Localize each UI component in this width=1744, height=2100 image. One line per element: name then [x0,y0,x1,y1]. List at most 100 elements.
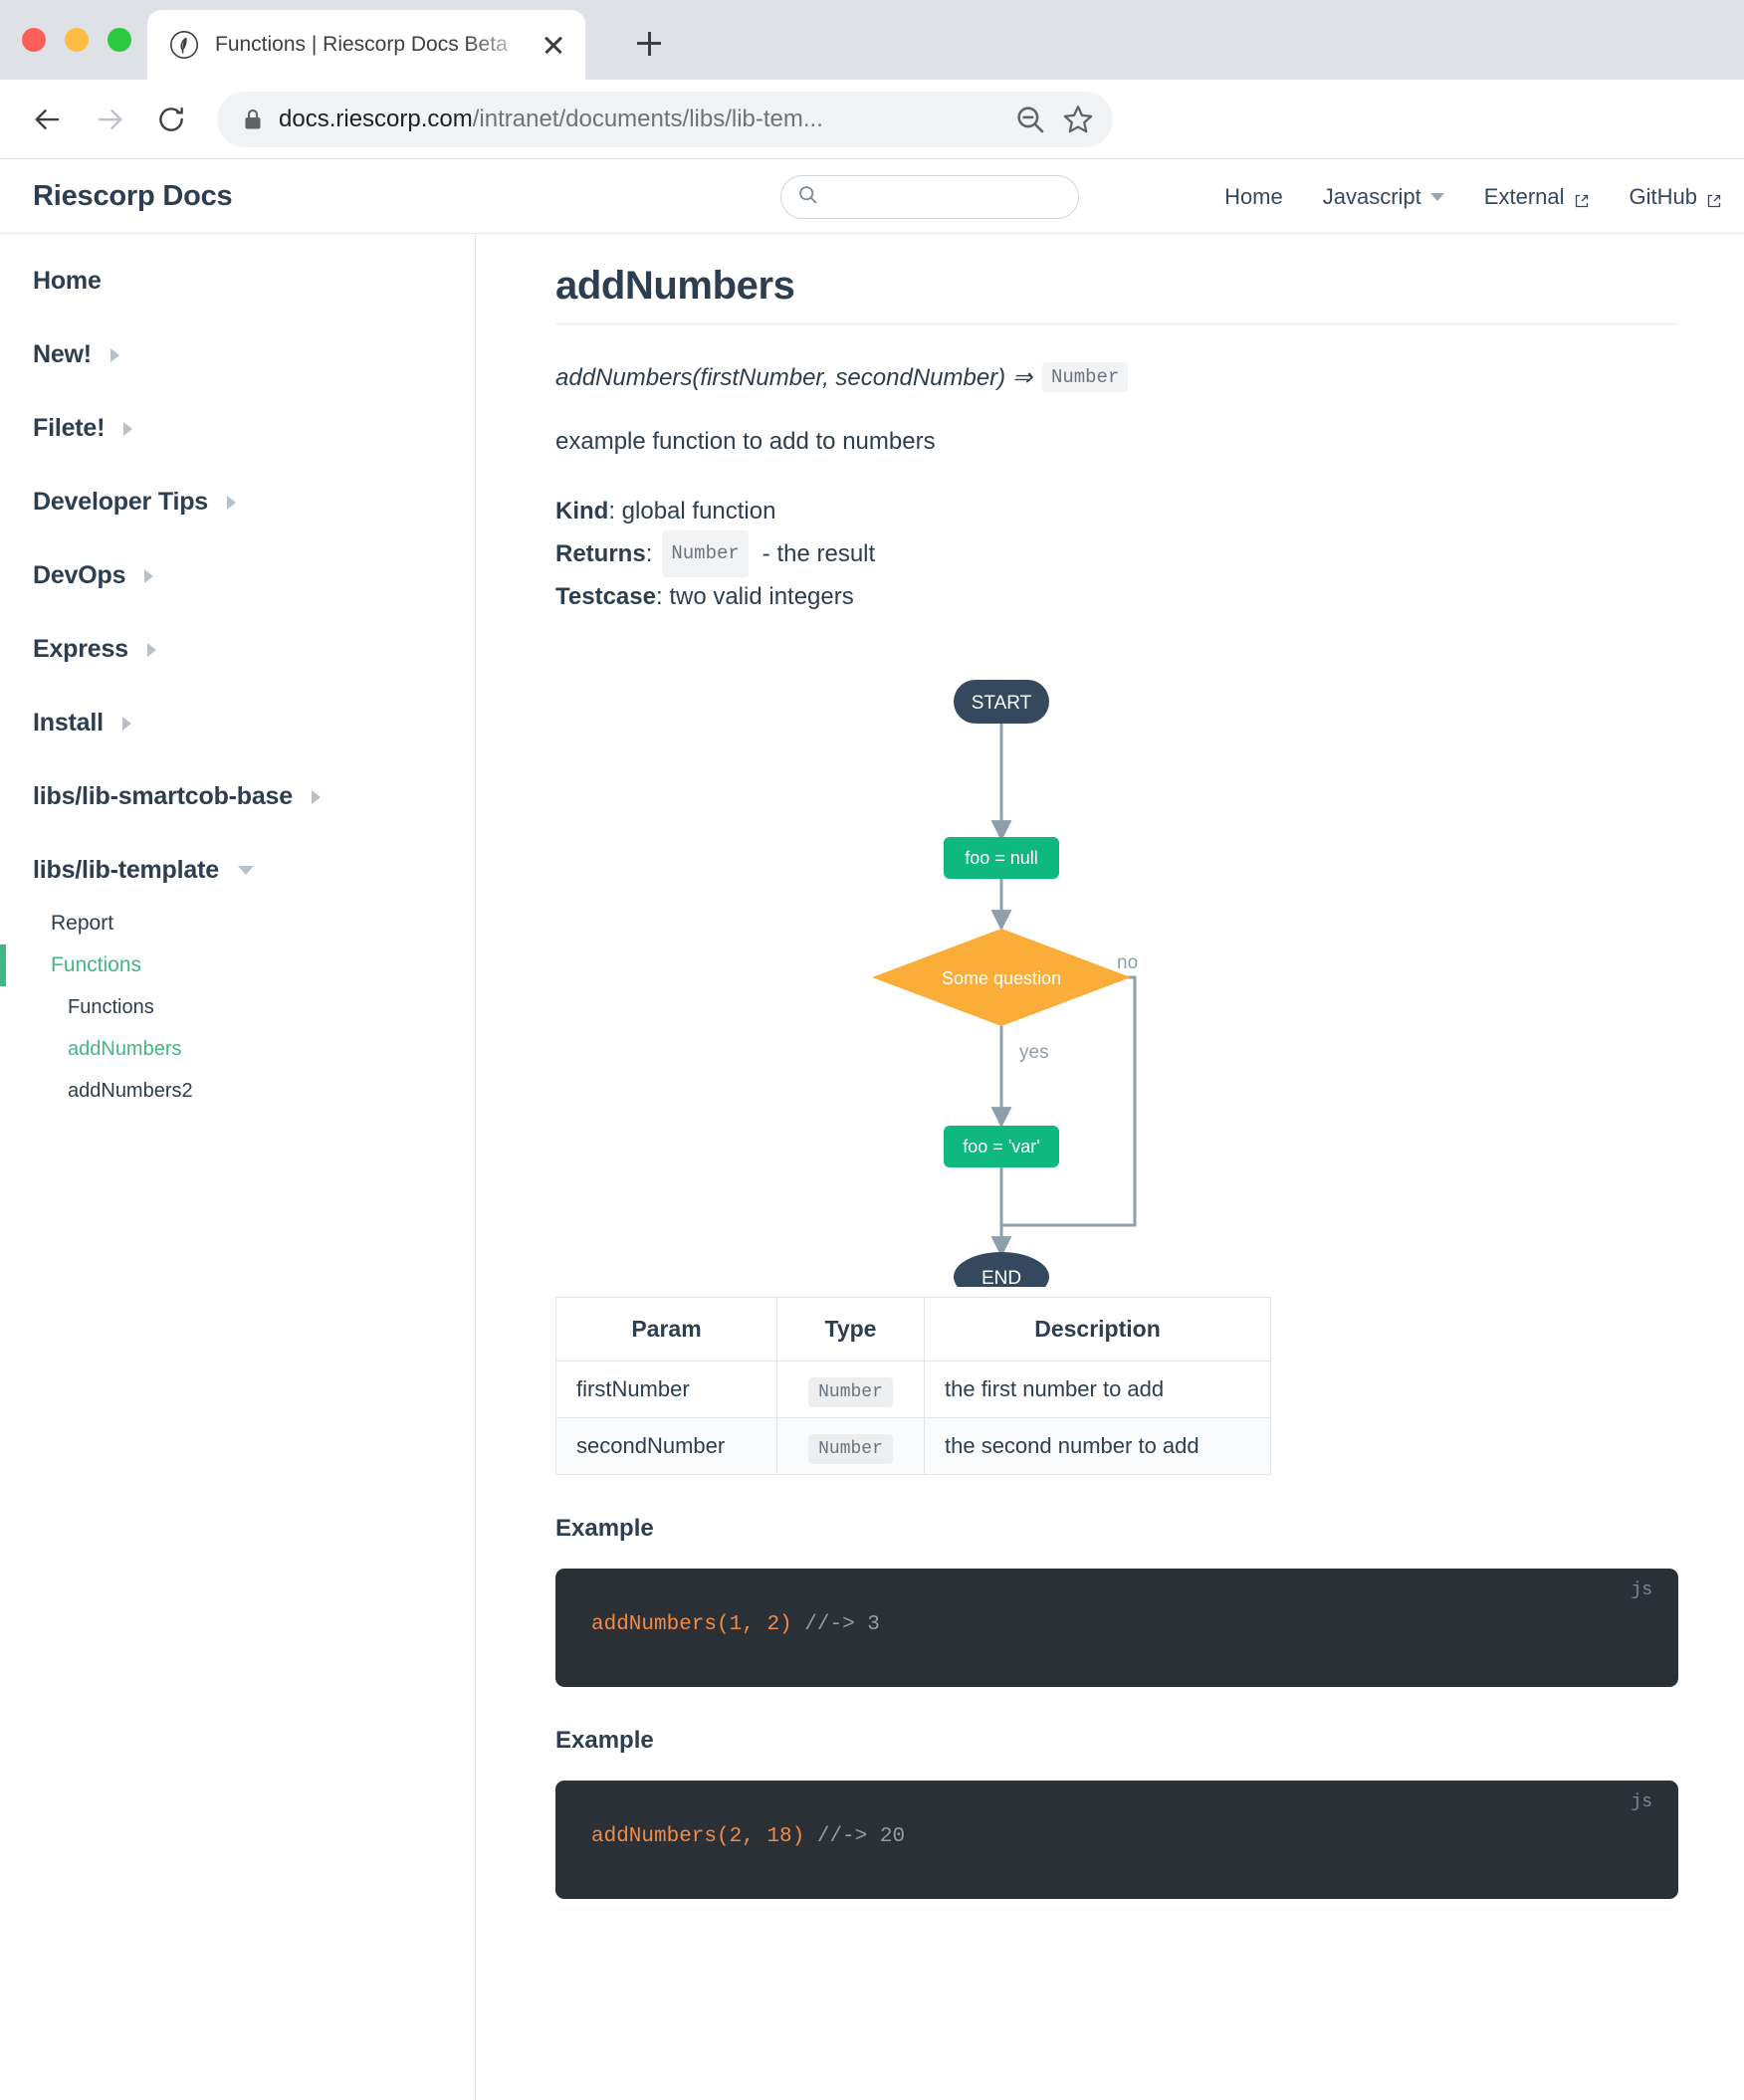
chevron-right-icon [226,495,236,510]
sidebar-item-install[interactable]: Install [0,709,475,737]
address-bar[interactable]: docs.riescorp.com/intranet/documents/lib… [217,91,1113,147]
sidebar-item-label: libs/lib-smartcob-base [33,782,293,810]
sidebar-item-report[interactable]: Report [0,903,475,945]
search-input[interactable] [828,186,1057,208]
arrow-left-icon[interactable] [22,94,74,145]
lock-icon [243,107,263,131]
window-controls [22,28,131,52]
code-block[interactable]: js addNumbers(1, 2) //-> 3 [555,1569,1678,1687]
zoom-out-icon[interactable] [1013,103,1047,136]
flow-node-start: START [954,680,1049,724]
tab-title: Functions | Riescorp Docs Beta [215,33,508,56]
close-icon[interactable] [540,31,567,59]
arrow-right-icon[interactable] [84,94,135,145]
external-link-icon [1706,189,1722,207]
site-brand[interactable]: Riescorp Docs [33,180,233,213]
code-comment: //-> 20 [804,1825,906,1848]
function-signature: addNumbers(firstNumber, secondNumber) ⇒ … [555,362,1678,392]
cell-type: Number [776,1417,925,1475]
code-content: addNumbers(2, 18) //-> 20 [591,1824,1678,1849]
star-icon[interactable] [1061,103,1095,136]
chevron-right-icon [311,789,321,804]
sidebar-item-libs-lib-smartcob-base[interactable]: libs/lib-smartcob-base [0,782,475,811]
sidebar-item-label: Express [33,635,128,663]
flow-node-label: foo = null [965,848,1038,868]
returns-type: Number [662,530,749,577]
sidebar-item-label: Functions [51,953,142,976]
table-row: firstNumber Number the first number to a… [555,1361,1271,1418]
nav-item-home[interactable]: Home [1224,184,1283,210]
sidebar-item-label: DevOps [33,561,126,589]
browser-window: Functions | Riescorp Docs Beta docs.ries… [0,0,1744,2100]
flowchart-svg: START foo = null Some question foo = 'va… [872,680,1138,1302]
testcase-line: Testcase: two valid integers [555,577,1678,616]
sidebar-item-developer-tips[interactable]: Developer Tips [0,488,475,517]
sidebar-item-label: Filete! [33,414,106,442]
sidebar-item-express[interactable]: Express [0,635,475,664]
testcase-label: Testcase [555,583,656,610]
flow-node-n2: foo = 'var' [944,1126,1059,1167]
chevron-right-icon [123,421,133,436]
chevron-down-icon [1429,192,1444,201]
browser-toolbar: docs.riescorp.com/intranet/documents/lib… [0,80,1744,159]
sidebar-item-libs-lib-template[interactable]: libs/lib-template [0,856,475,885]
page-title: addNumbers [555,264,1678,324]
url-text: docs.riescorp.com/intranet/documents/lib… [279,105,999,133]
chevron-right-icon [146,642,156,657]
external-link-icon [1574,189,1590,207]
code-function-name: addNumbers [591,1613,718,1636]
main-content: addNumbers addNumbers(firstNumber, secon… [476,234,1744,2100]
sidebar-item-label: addNumbers [68,1037,182,1060]
sidebar-item-label: New! [33,340,92,368]
sidebar-item-new[interactable]: New! [0,340,475,369]
reload-icon[interactable] [145,94,197,145]
search-box[interactable] [780,175,1079,219]
chevron-right-icon [121,716,131,731]
nav-label: External [1483,183,1565,209]
url-path: /intranet/documents/libs/lib-tem... [472,105,823,132]
maximize-window-button[interactable] [108,28,131,52]
cell-description: the second number to add [924,1417,1271,1475]
sidebar-item-home[interactable]: Home [0,267,475,296]
search-container [780,175,1079,219]
nav-item-github[interactable]: GitHub [1630,184,1722,210]
sidebar: Home New! Filete! Developer Tips DevOps … [0,234,476,2100]
kind-line: Kind: global function [555,492,1678,530]
testcase-value: two valid integers [669,583,854,610]
chevron-right-icon [109,347,119,362]
sidebar-item-functions-child[interactable]: Functions [0,986,475,1028]
chevron-right-icon [144,568,154,583]
url-host: docs.riescorp.com [279,105,473,132]
sidebar-item-label: Functions [68,995,154,1018]
nav-item-external[interactable]: External [1484,184,1590,210]
sidebar-item-addnumbers2[interactable]: addNumbers2 [0,1070,475,1112]
close-window-button[interactable] [22,28,46,52]
code-language-label: js [1631,1792,1652,1812]
code-args: (2, 18) [717,1825,805,1848]
code-args: (1, 2) [717,1613,792,1636]
flow-node-label: Some question [942,968,1061,988]
sidebar-item-filete[interactable]: Filete! [0,414,475,443]
feather-circle-icon [169,30,199,60]
example-label: Example [555,1515,654,1542]
nav-label: GitHub [1629,183,1697,209]
nav-item-javascript[interactable]: Javascript [1323,184,1444,210]
sidebar-item-functions[interactable]: Functions [0,945,475,986]
code-content: addNumbers(1, 2) //-> 3 [591,1612,1678,1637]
sidebar-item-addnumbers[interactable]: addNumbers [0,1028,475,1070]
edge-label-yes: yes [1019,1042,1049,1063]
sidebar-item-label: Developer Tips [33,488,208,516]
code-block[interactable]: js addNumbers(2, 18) //-> 20 [555,1781,1678,1899]
minimize-window-button[interactable] [65,28,89,52]
sidebar-item-devops[interactable]: DevOps [0,561,475,590]
type-chip: Number [808,1434,893,1464]
cell-description: the first number to add [924,1361,1271,1418]
code-language-label: js [1631,1580,1652,1600]
cell-param: firstNumber [555,1361,777,1418]
chevron-down-icon [237,866,254,875]
browser-tab[interactable]: Functions | Riescorp Docs Beta [147,10,585,80]
nav-label: Home [1224,183,1283,209]
flow-node-label: START [972,693,1032,714]
kind-label: Kind [555,498,609,525]
plus-icon[interactable] [627,22,671,66]
